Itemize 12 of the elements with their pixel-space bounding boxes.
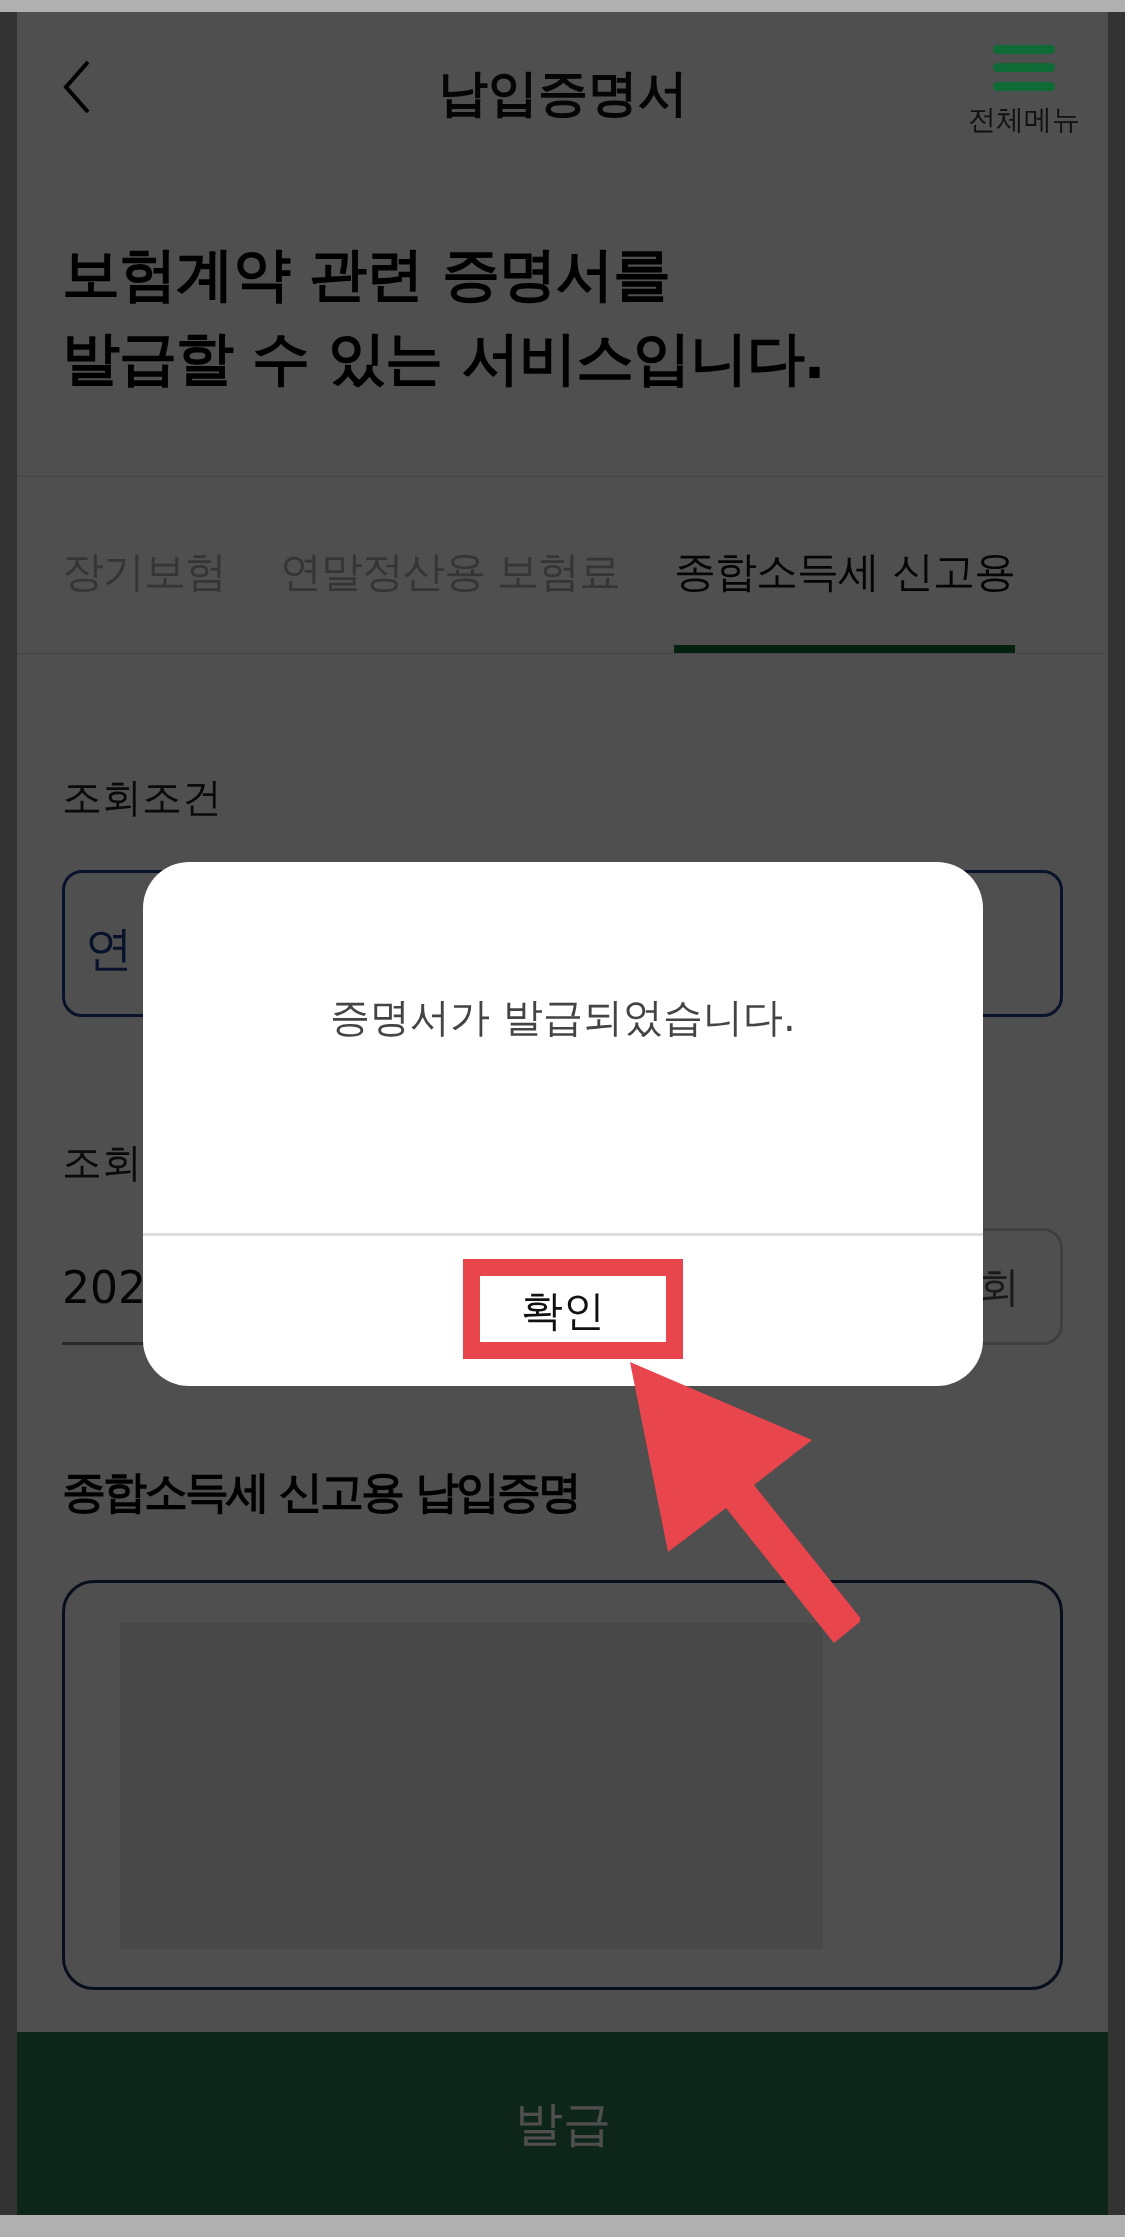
menu-icon[interactable] [993,45,1055,91]
dialog-message: 증명서가 발급되었습니다. [143,862,983,1236]
issue-button[interactable]: 발급 [17,2032,1108,2215]
section-label: 조회조건 [62,773,223,822]
back-icon[interactable] [62,59,92,115]
menu-label[interactable]: 전체메뉴 [968,101,1080,139]
intro-heading: 보험계약 관련 증명서를 [62,239,672,310]
page-title: 납입증명서 [437,63,688,124]
intro-heading: 발급할 수 있는 서비스입니다. [62,323,826,394]
tab[interactable]: 종합소득세 신고용 [674,544,1015,653]
section-label: 조회 [62,1138,143,1187]
list-title: 종합소득세 신고용 납입증명 [62,1465,579,1519]
